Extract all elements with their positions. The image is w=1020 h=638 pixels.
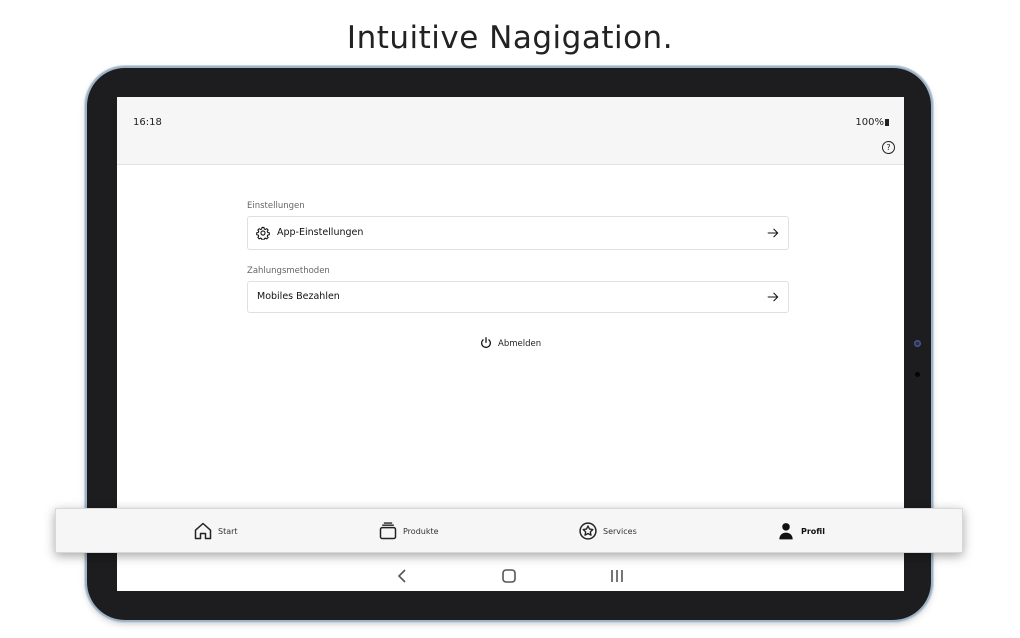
arrow-right-icon <box>767 292 779 302</box>
system-navigation-bar <box>117 560 904 591</box>
payment-section-label: Zahlungsmethoden <box>247 266 330 276</box>
arrow-right-icon <box>767 228 779 238</box>
nav-label-produkte: Produkte <box>403 527 439 536</box>
nav-label-start: Start <box>218 527 238 536</box>
settings-section-label: Einstellungen <box>247 201 305 211</box>
page-headline: Intuitive Nagigation. <box>346 20 674 56</box>
status-time: 16:18 <box>133 117 162 128</box>
power-icon <box>481 337 491 348</box>
gear-icon <box>256 226 270 240</box>
status-bar: 16:18 100% ? <box>117 97 904 165</box>
battery-level: 100% <box>855 117 884 128</box>
battery-indicator: 100% <box>855 117 889 128</box>
help-icon[interactable]: ? <box>882 141 895 154</box>
profile-icon <box>779 523 793 540</box>
services-star-icon <box>579 522 597 540</box>
battery-icon <box>885 119 889 126</box>
bottom-navigation: Start Produkte Services Profil <box>55 508 963 553</box>
app-settings-row[interactable]: App-Einstellungen <box>247 216 789 250</box>
front-camera-icon <box>914 340 921 347</box>
back-icon[interactable] <box>395 568 409 584</box>
home-button-icon[interactable] <box>501 568 517 584</box>
nav-label-services: Services <box>603 527 637 536</box>
mobile-payment-label: Mobiles Bezahlen <box>257 291 340 302</box>
nav-label-profil: Profil <box>801 527 825 536</box>
logout-label: Abmelden <box>498 339 542 349</box>
products-icon <box>379 522 397 540</box>
recents-icon[interactable] <box>609 568 625 584</box>
sensor-icon <box>915 372 920 377</box>
app-settings-label: App-Einstellungen <box>277 227 364 238</box>
home-icon <box>194 522 212 540</box>
mobile-payment-row[interactable]: Mobiles Bezahlen <box>247 281 789 313</box>
